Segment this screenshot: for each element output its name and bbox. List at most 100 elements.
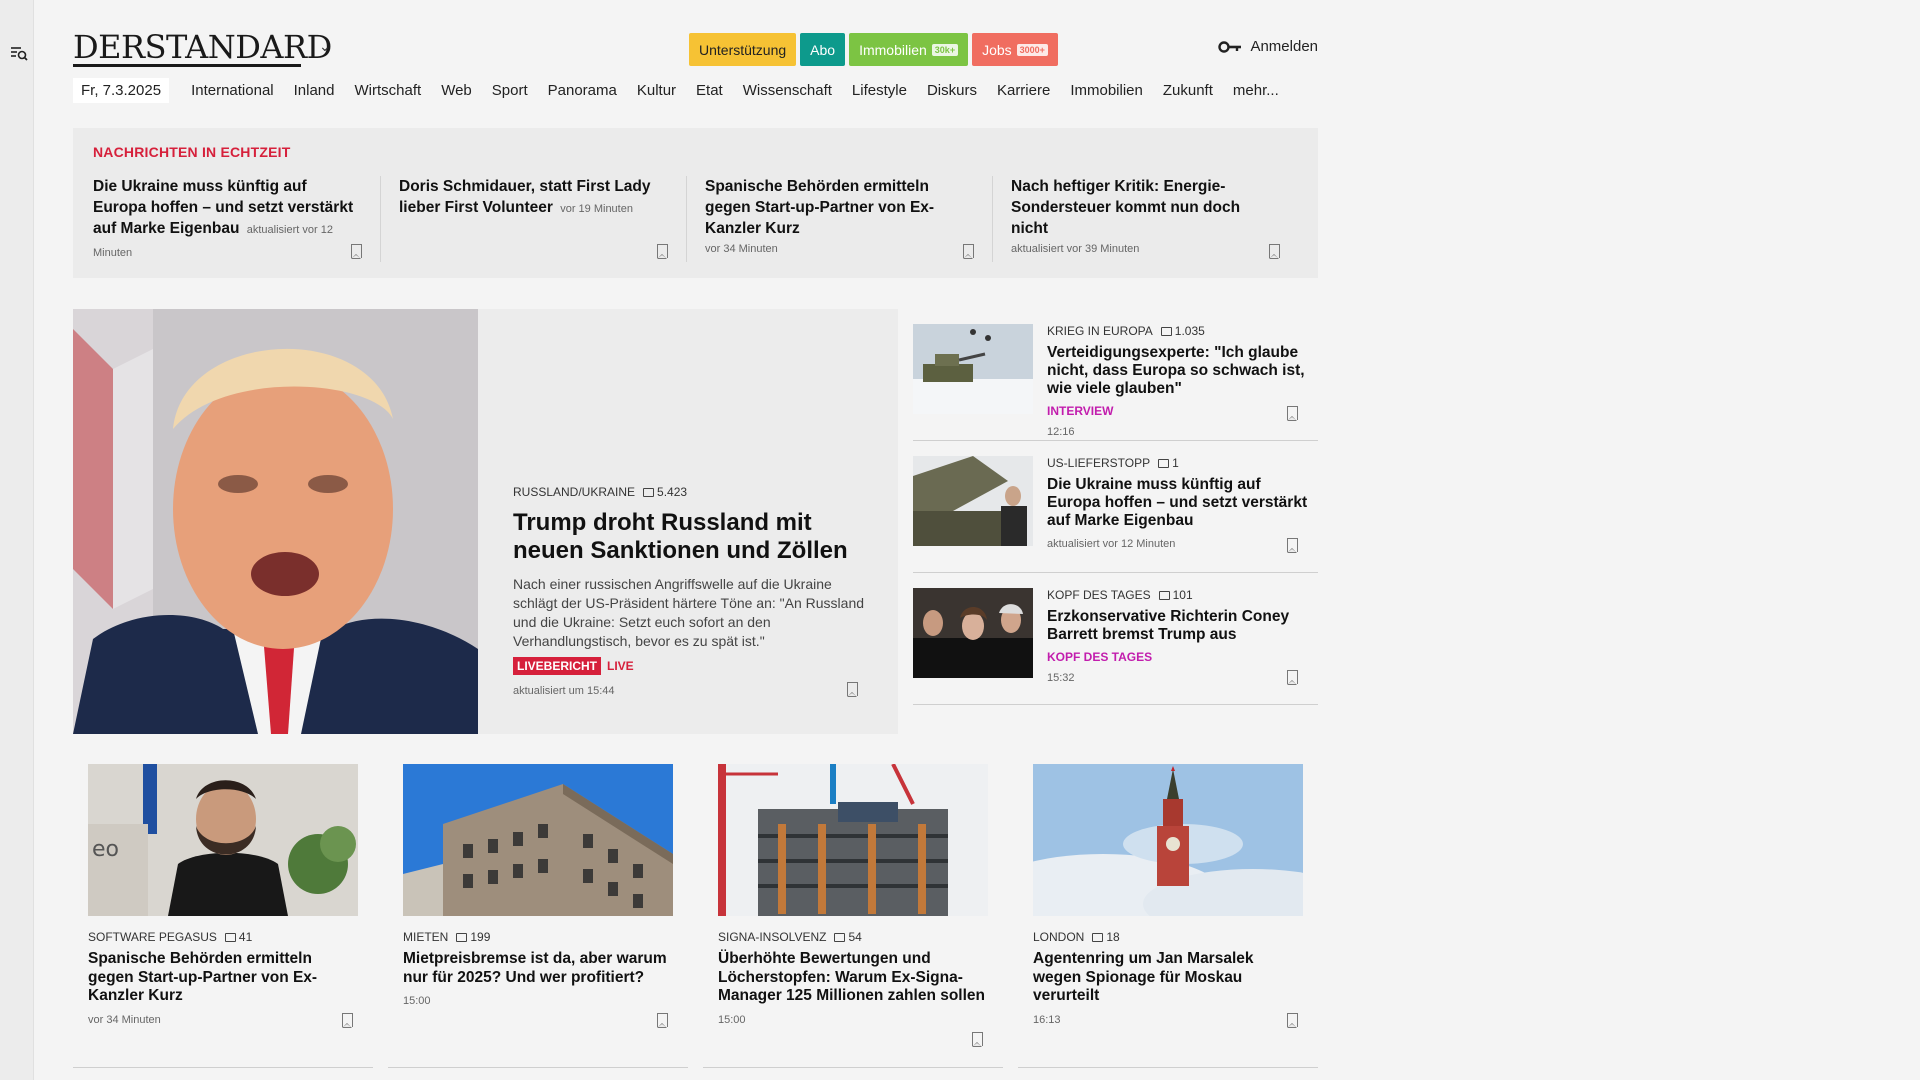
story-thumbnail[interactable] bbox=[913, 324, 1033, 414]
site-logo[interactable]: DERSTANDARD bbox=[73, 28, 332, 66]
nav-item-kultur[interactable]: Kultur bbox=[637, 82, 676, 99]
nav-item-inland[interactable]: Inland bbox=[294, 82, 335, 99]
bookmark-icon[interactable] bbox=[962, 244, 974, 259]
story-card[interactable]: LONDON 18 Agentenring um Jan Marsalek we… bbox=[1018, 750, 1318, 1068]
nav-item-sport[interactable]: Sport bbox=[492, 82, 528, 99]
support-button-label: Unterstützung bbox=[699, 41, 787, 58]
card-kicker[interactable]: MIETEN bbox=[403, 930, 448, 944]
bookmark-icon[interactable] bbox=[656, 1013, 668, 1028]
ticker-item[interactable]: Die Ukraine muss künftig auf Europa hoff… bbox=[93, 176, 380, 262]
bookmark-icon[interactable] bbox=[1286, 670, 1298, 685]
card-kicker[interactable]: SOFTWARE PEGASUS bbox=[88, 930, 217, 944]
card-headline[interactable]: Überhöhte Bewertungen und Löcherstopfen:… bbox=[718, 950, 988, 1006]
story-card-row: eo SOFTWARE PEGASUS 41 Spanische Behörde… bbox=[73, 750, 1318, 1068]
card-headline[interactable]: Agentenring um Jan Marsalek wegen Spiona… bbox=[1033, 950, 1303, 1006]
ticker-headline[interactable]: Nach heftiger Kritik: Energie-Sondersteu… bbox=[1011, 176, 1280, 239]
nav-item-web[interactable]: Web bbox=[441, 82, 472, 99]
comment-icon bbox=[1158, 458, 1170, 468]
jobs-button[interactable]: Jobs 3000+ bbox=[972, 33, 1058, 66]
nav-item-immobilien[interactable]: Immobilien bbox=[1070, 82, 1143, 99]
comment-count[interactable]: 18 bbox=[1092, 930, 1120, 944]
immobilien-count-badge: 30k+ bbox=[931, 43, 959, 56]
nav-item-etat[interactable]: Etat bbox=[696, 82, 723, 99]
nav-item-wissenschaft[interactable]: Wissenschaft bbox=[743, 82, 832, 99]
chevron-down-icon[interactable]: ⌄ bbox=[319, 38, 331, 55]
story-headline[interactable]: Verteidigungsexperte: "Ich glaube nicht,… bbox=[1047, 344, 1312, 398]
support-button[interactable]: Unterstützung bbox=[689, 33, 797, 66]
card-timestamp: vor 34 Minuten bbox=[88, 1013, 161, 1026]
story-kicker[interactable]: US-LIEFERSTOPP bbox=[1047, 456, 1150, 470]
immobilien-button-label: Immobilien bbox=[859, 41, 927, 58]
nav-item-diskurs[interactable]: Diskurs bbox=[927, 82, 977, 99]
comment-icon bbox=[1158, 590, 1170, 600]
story-headline[interactable]: Die Ukraine muss künftig auf Europa hoff… bbox=[1047, 476, 1312, 530]
story-image[interactable] bbox=[718, 764, 988, 916]
hero-headline[interactable]: Trump droht Russland mit neuen Sanktione… bbox=[513, 509, 873, 565]
story-card[interactable]: eo SOFTWARE PEGASUS 41 Spanische Behörde… bbox=[73, 750, 373, 1068]
comment-count[interactable]: 1 bbox=[1158, 456, 1179, 470]
page: DERSTANDARD ⌄ Unterstützung Abo Immobili… bbox=[73, 0, 1318, 1068]
story-kicker[interactable]: KRIEG IN EUROPA bbox=[1047, 324, 1153, 338]
story-headline[interactable]: Erzkonservative Richterin Coney Barrett … bbox=[1047, 608, 1312, 644]
nav-item-more[interactable]: mehr... bbox=[1233, 82, 1279, 99]
nav-item-lifestyle[interactable]: Lifestyle bbox=[852, 82, 907, 99]
login-label: Anmelden bbox=[1250, 38, 1318, 55]
comment-count[interactable]: 199 bbox=[456, 930, 490, 944]
hero-image[interactable] bbox=[73, 309, 478, 734]
story-card[interactable]: SIGNA-INSOLVENZ 54 Überhöhte Bewertungen… bbox=[703, 750, 1003, 1068]
nav-item-zukunft[interactable]: Zukunft bbox=[1163, 82, 1213, 99]
comment-count[interactable]: 5.423 bbox=[643, 485, 687, 499]
story-image[interactable] bbox=[1033, 764, 1303, 916]
bookmark-icon[interactable] bbox=[971, 1032, 983, 1047]
comment-count[interactable]: 1.035 bbox=[1160, 324, 1205, 338]
bookmark-icon[interactable] bbox=[656, 244, 668, 259]
list-item[interactable]: US-LIEFERSTOPP 1 Die Ukraine muss künfti… bbox=[913, 441, 1318, 573]
nav-item-international[interactable]: International bbox=[191, 82, 274, 99]
comment-icon bbox=[643, 487, 655, 497]
hero-article[interactable]: RUSSLAND/UKRAINE 5.423 Trump droht Russl… bbox=[73, 309, 898, 734]
ticker-time: vor 34 Minuten bbox=[705, 243, 778, 255]
list-item[interactable]: KRIEG IN EUROPA 1.035 Verteidigungsexper… bbox=[913, 309, 1318, 441]
bookmark-icon[interactable] bbox=[1286, 538, 1298, 553]
login-button[interactable]: Anmelden bbox=[1218, 38, 1318, 55]
bookmark-icon[interactable] bbox=[1286, 1013, 1298, 1028]
card-kicker[interactable]: SIGNA-INSOLVENZ bbox=[718, 930, 826, 944]
comment-count[interactable]: 41 bbox=[224, 930, 252, 944]
comment-icon bbox=[1160, 326, 1172, 336]
list-item[interactable]: KOPF DES TAGES 101 Erzkonservative Richt… bbox=[913, 573, 1318, 705]
nav-item-panorama[interactable]: Panorama bbox=[548, 82, 617, 99]
bookmark-icon[interactable] bbox=[350, 244, 362, 259]
live-label: LIVE bbox=[607, 659, 634, 673]
comment-count-value: 1.035 bbox=[1174, 324, 1205, 338]
ticker-headline[interactable]: Spanische Behörden ermitteln gegen Start… bbox=[705, 176, 974, 239]
bookmark-icon[interactable] bbox=[1268, 244, 1280, 259]
immobilien-button[interactable]: Immobilien 30k+ bbox=[849, 33, 969, 66]
bookmark-icon[interactable] bbox=[846, 682, 858, 697]
bookmark-icon[interactable] bbox=[341, 1013, 353, 1028]
story-image[interactable] bbox=[403, 764, 673, 916]
story-thumbnail[interactable] bbox=[913, 456, 1033, 546]
ticker-item[interactable]: Doris Schmidauer, statt First Lady liebe… bbox=[380, 176, 686, 262]
card-kicker[interactable]: LONDON bbox=[1033, 930, 1084, 944]
svg-text:eo: eo bbox=[92, 837, 119, 862]
nav-item-wirtschaft[interactable]: Wirtschaft bbox=[355, 82, 422, 99]
card-headline[interactable]: Spanische Behörden ermitteln gegen Start… bbox=[88, 950, 358, 1006]
comment-count[interactable]: 54 bbox=[834, 930, 862, 944]
hero-kicker[interactable]: RUSSLAND/UKRAINE bbox=[513, 485, 635, 499]
ticker-item[interactable]: Spanische Behörden ermitteln gegen Start… bbox=[686, 176, 992, 262]
story-thumbnail[interactable] bbox=[913, 588, 1033, 678]
story-timestamp: 15:32 bbox=[1047, 672, 1075, 684]
abo-button[interactable]: Abo bbox=[800, 33, 846, 66]
ticker-item[interactable]: Nach heftiger Kritik: Energie-Sondersteu… bbox=[992, 176, 1298, 262]
menu-search-icon[interactable] bbox=[10, 44, 28, 62]
comment-count[interactable]: 101 bbox=[1158, 588, 1193, 602]
story-kicker[interactable]: KOPF DES TAGES bbox=[1047, 588, 1151, 602]
story-flag: INTERVIEW bbox=[1047, 404, 1114, 418]
nav-item-karriere[interactable]: Karriere bbox=[997, 82, 1050, 99]
card-timestamp: 16:13 bbox=[1033, 1013, 1061, 1026]
realtime-news-box: NACHRICHTEN IN ECHTZEIT Die Ukraine muss… bbox=[73, 128, 1318, 278]
story-card[interactable]: MIETEN 199 Mietpreisbremse ist da, aber … bbox=[388, 750, 688, 1068]
bookmark-icon[interactable] bbox=[1286, 406, 1298, 421]
story-image[interactable]: eo bbox=[88, 764, 358, 916]
card-headline[interactable]: Mietpreisbremse ist da, aber warum nur f… bbox=[403, 950, 673, 987]
